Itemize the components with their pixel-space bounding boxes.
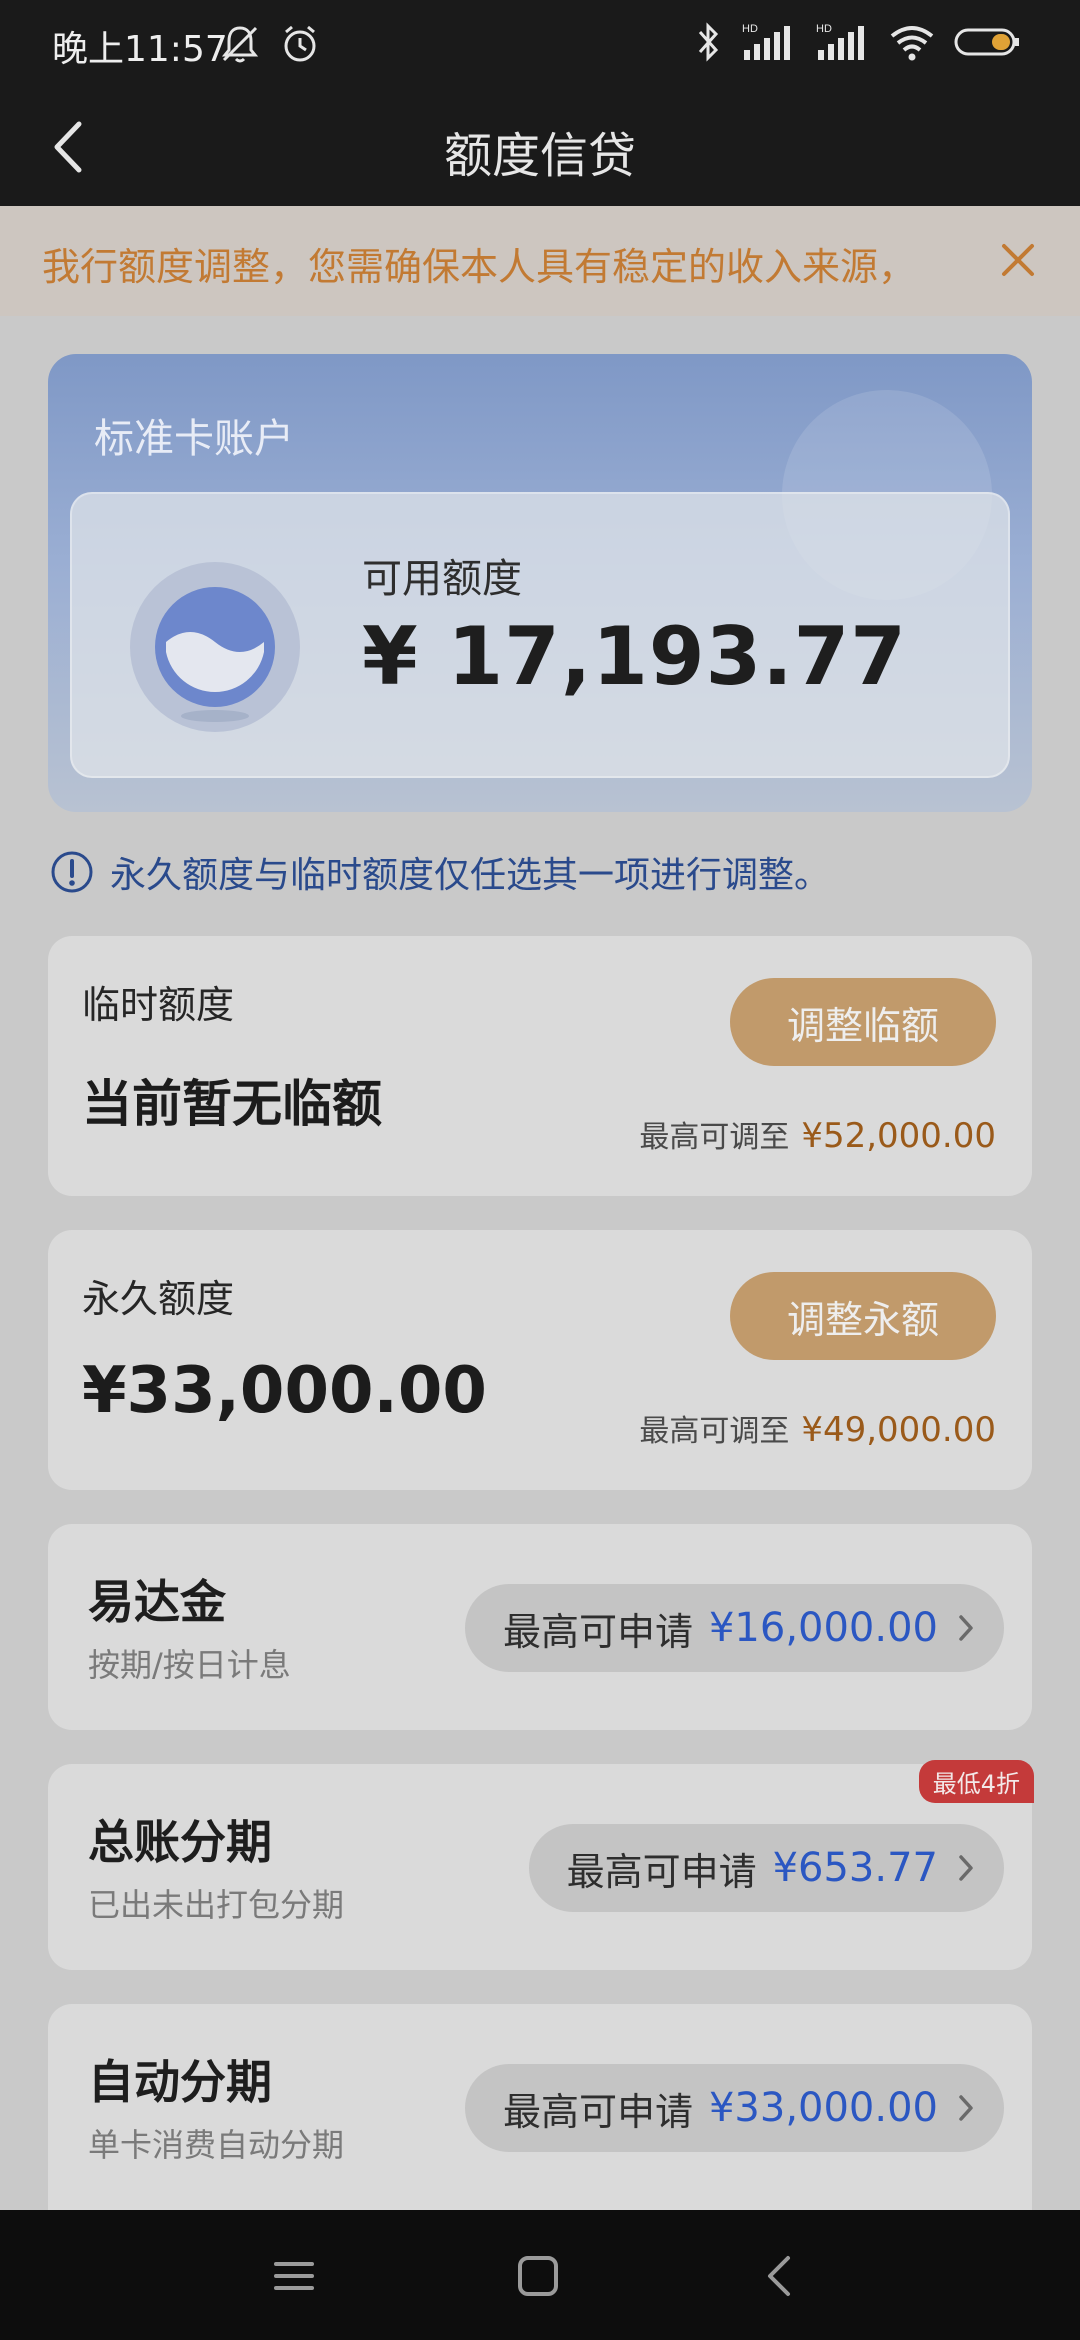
system-nav-bar bbox=[0, 2210, 1080, 2340]
temp-credit-card: 临时额度 当前暂无临额 调整临额 最高可调至 ¥52,000.00 bbox=[48, 936, 1032, 1196]
home-square-icon[interactable] bbox=[514, 2252, 562, 2300]
bluetooth-icon bbox=[698, 22, 719, 62]
hd-label: HD bbox=[742, 23, 758, 35]
signal-hd-icon: HD bbox=[816, 23, 864, 60]
apply-label: 最高可申请 bbox=[566, 1849, 757, 1894]
loan-title: 易达金 bbox=[88, 1575, 226, 1629]
account-title: 标准卡账户 bbox=[94, 416, 294, 462]
loan-title: 总账分期 bbox=[88, 1815, 272, 1869]
adjust-perm-credit-button[interactable]: 调整永额 bbox=[730, 1272, 996, 1360]
battery-icon bbox=[954, 28, 1019, 56]
alarm-icon bbox=[284, 25, 316, 62]
chevron-right-icon bbox=[959, 1855, 973, 1881]
notice-banner: 我行额度调整，您需确保本人具有稳定的收入来源， bbox=[0, 206, 1080, 316]
temp-credit-max-label: 最高可调至 bbox=[639, 1120, 790, 1155]
signal-hd-icon: HD bbox=[742, 23, 790, 60]
status-time: 晚上11:57 bbox=[52, 29, 228, 70]
menu-icon[interactable] bbox=[270, 2252, 318, 2300]
loan-card-yidajin[interactable]: 易达金 按期/按日计息 最高可申请 ¥16,000.00 bbox=[48, 1524, 1032, 1730]
apply-value: ¥653.77 bbox=[772, 1845, 938, 1891]
chevron-right-icon bbox=[959, 1615, 973, 1641]
perm-credit-max-value: ¥49,000.00 bbox=[801, 1410, 996, 1450]
bell-off-icon bbox=[221, 26, 259, 63]
adjust-tip-text: 永久额度与临时额度仅任选其一项进行调整。 bbox=[110, 855, 831, 896]
apply-label: 最高可申请 bbox=[502, 1609, 693, 1654]
available-credit-panel: 可用额度 ¥ 17,193.77 bbox=[70, 492, 1010, 778]
loan-subtitle: 单卡消费自动分期 bbox=[88, 2126, 345, 2164]
perm-credit-label: 永久额度 bbox=[82, 1277, 235, 1321]
close-icon bbox=[1002, 244, 1034, 276]
perm-credit-max-label: 最高可调至 bbox=[639, 1414, 790, 1449]
loan-title: 自动分期 bbox=[88, 2055, 272, 2109]
temp-credit-max-value: ¥52,000.00 bbox=[801, 1116, 996, 1156]
perm-credit-value: ¥33,000.00 bbox=[82, 1354, 487, 1428]
loan-card-auto-installment[interactable]: 自动分期 单卡消费自动分期 最高可申请 ¥33,000.00 bbox=[48, 2004, 1032, 2210]
loan-subtitle: 已出未出打包分期 bbox=[88, 1886, 345, 1924]
adjust-tip: 永久额度与临时额度仅任选其一项进行调整。 bbox=[50, 846, 830, 898]
temp-credit-value: 当前暂无临额 bbox=[82, 1075, 382, 1133]
apply-value: ¥33,000.00 bbox=[708, 2085, 938, 2131]
wifi-icon bbox=[890, 26, 934, 61]
available-credit-label: 可用额度 bbox=[362, 556, 522, 602]
page-title: 额度信贷 bbox=[443, 128, 636, 184]
loan-card-total-installment[interactable]: 最低4折 总账分期 已出未出打包分期 最高可申请 ¥653.77 bbox=[48, 1760, 1034, 1970]
temp-credit-label: 临时额度 bbox=[82, 983, 235, 1027]
apply-button[interactable]: 最高可申请 ¥16,000.00 bbox=[464, 1584, 1004, 1672]
loan-subtitle: 按期/按日计息 bbox=[88, 1646, 291, 1684]
discount-badge: 最低4折 bbox=[918, 1760, 1034, 1803]
available-credit-value: ¥ 17,193.77 bbox=[362, 610, 907, 703]
adjust-temp-credit-button[interactable]: 调整临额 bbox=[730, 978, 996, 1066]
chevron-right-icon bbox=[959, 2095, 973, 2121]
status-bar: 晚上11:57 HD HD bbox=[0, 0, 1080, 86]
top-nav-bar: 额度信贷 bbox=[0, 86, 1080, 206]
main-content: 标准卡账户 可用额度 ¥ 17,193.77 永久额度与临时额度仅任选其一项进行… bbox=[0, 316, 1080, 2210]
info-icon bbox=[51, 851, 93, 893]
hd-label: HD bbox=[816, 23, 832, 35]
apply-button[interactable]: 最高可申请 ¥33,000.00 bbox=[464, 2064, 1004, 2152]
perm-credit-card: 永久额度 ¥33,000.00 调整永额 最高可调至 ¥49,000.00 bbox=[48, 1230, 1032, 1490]
wallet-logo-icon bbox=[130, 562, 300, 732]
account-card: 标准卡账户 可用额度 ¥ 17,193.77 bbox=[48, 354, 1032, 812]
perm-credit-max-line: 最高可调至 ¥49,000.00 bbox=[639, 1406, 996, 1450]
back-triangle-icon[interactable] bbox=[756, 2252, 804, 2300]
notice-close-button[interactable] bbox=[996, 238, 1040, 282]
notice-text: 我行额度调整，您需确保本人具有稳定的收入来源， bbox=[42, 245, 917, 289]
temp-credit-max-line: 最高可调至 ¥52,000.00 bbox=[639, 1112, 996, 1156]
apply-value: ¥16,000.00 bbox=[708, 1605, 938, 1651]
apply-label: 最高可申请 bbox=[502, 2089, 693, 2134]
apply-button[interactable]: 最高可申请 ¥653.77 bbox=[528, 1824, 1004, 1912]
